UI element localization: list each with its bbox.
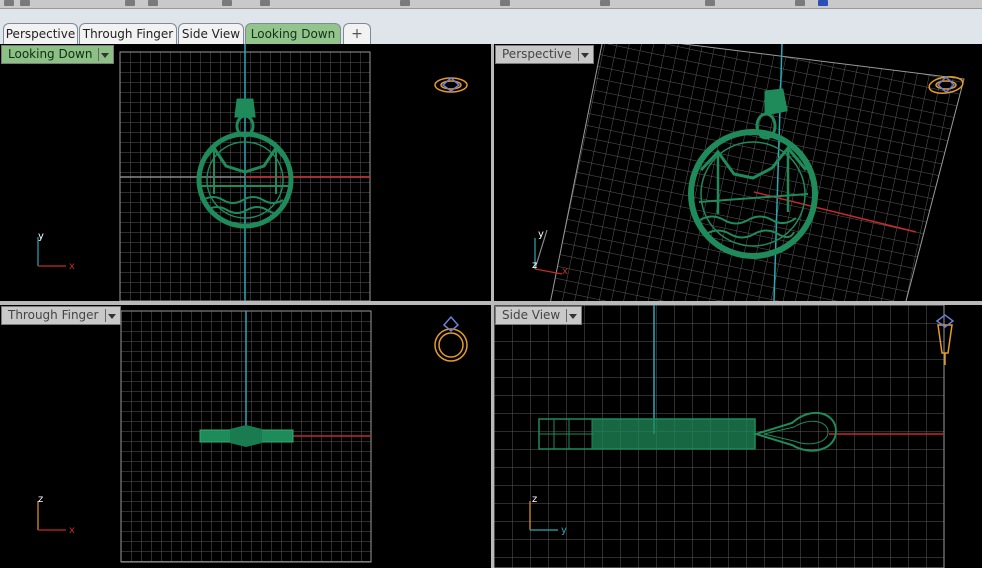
looking-down-canvas: y x: [37, 44, 468, 301]
view-gizmo-icon[interactable]: [434, 77, 468, 93]
viewport-through-finger[interactable]: z x Through Finger: [0, 305, 491, 568]
svg-text:z: z: [532, 494, 537, 505]
save-icon[interactable]: [125, 0, 135, 6]
svg-text:y: y: [561, 525, 567, 536]
svg-text:y: y: [38, 231, 44, 242]
viewport-title-through-finger[interactable]: Through Finger: [1, 306, 121, 325]
svg-text:x: x: [69, 261, 75, 272]
tab-perspective[interactable]: Perspective: [3, 23, 78, 44]
command-toolbar: [0, 0, 982, 9]
redo-icon[interactable]: [260, 0, 270, 6]
viewport-side-view[interactable]: z y Side View: [494, 305, 982, 568]
viewport-perspective[interactable]: y z x Perspective: [494, 44, 982, 301]
svg-text:x: x: [69, 525, 75, 536]
chevron-down-icon[interactable]: [104, 309, 116, 322]
shade-icon[interactable]: [705, 0, 715, 6]
viewport-tab-bar: Perspective Through Finger Side View Loo…: [0, 9, 982, 46]
open-icon[interactable]: [20, 0, 30, 6]
viewport-title-side-view[interactable]: Side View: [495, 306, 583, 325]
view-gizmo-icon[interactable]: [434, 315, 468, 362]
world-axes-icon: y x: [37, 231, 75, 272]
add-tab-button[interactable]: +: [343, 23, 371, 44]
pan-icon[interactable]: [400, 0, 410, 6]
svg-text:z: z: [532, 260, 537, 271]
chevron-down-icon[interactable]: [566, 309, 578, 322]
svg-text:y: y: [538, 229, 544, 240]
svg-text:x: x: [562, 266, 568, 277]
viewport-title-looking-down[interactable]: Looking Down: [1, 45, 115, 64]
tab-looking-down[interactable]: Looking Down: [245, 23, 341, 44]
zoom-icon[interactable]: [500, 0, 510, 6]
construction-grid: [550, 44, 965, 301]
help-icon[interactable]: [818, 0, 828, 6]
render-icon[interactable]: [795, 0, 805, 6]
viewport-title-perspective[interactable]: Perspective: [495, 45, 594, 64]
tab-side-view[interactable]: Side View: [178, 23, 244, 44]
viewport-looking-down[interactable]: y x Looking Down: [0, 44, 491, 301]
side-view-canvas: z y: [494, 305, 955, 568]
perspective-canvas: y z x: [532, 44, 965, 301]
rotate-icon[interactable]: [600, 0, 610, 6]
tab-through-finger[interactable]: Through Finger: [79, 23, 177, 44]
svg-text:z: z: [38, 494, 43, 505]
chevron-down-icon[interactable]: [577, 48, 589, 61]
through-finger-canvas: z x: [37, 310, 468, 563]
world-axes-icon: z x: [37, 494, 75, 536]
print-icon[interactable]: [148, 0, 158, 6]
chevron-down-icon[interactable]: [98, 48, 110, 61]
viewport-splitter-vertical[interactable]: [491, 44, 494, 568]
new-icon[interactable]: [4, 0, 14, 6]
undo-icon[interactable]: [222, 0, 232, 6]
viewport-splitter-horizontal[interactable]: [0, 301, 982, 305]
